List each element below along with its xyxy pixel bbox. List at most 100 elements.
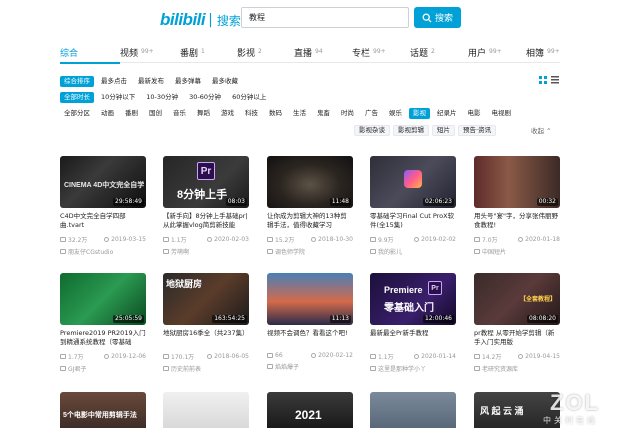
video-title[interactable]: 视频不会调色？看看这个吧!	[267, 329, 353, 347]
video-card[interactable]	[370, 392, 456, 428]
video-card[interactable]: 02:06:23 零基础学习Final Cut ProX软件(全15集) 9.9…	[370, 156, 456, 256]
order-option[interactable]: 最多弹幕	[171, 76, 205, 87]
tab-article[interactable]: 专栏 99+	[352, 46, 410, 63]
subzone-option[interactable]: 影视杂谈	[354, 125, 390, 136]
zone-option[interactable]: 舞蹈	[193, 108, 214, 119]
video-card[interactable]	[163, 392, 249, 428]
zone-option[interactable]: 全部分区	[60, 108, 94, 119]
video-thumbnail[interactable]: 2021	[267, 392, 353, 428]
uploader[interactable]: 老研究资源库	[474, 364, 560, 373]
uploader[interactable]: 焰焰爆子	[267, 362, 353, 371]
grid-view-icon[interactable]	[539, 76, 547, 84]
order-option[interactable]: 综合排序	[60, 76, 94, 87]
zone-option[interactable]: 生活	[289, 108, 310, 119]
tab-album[interactable]: 相簿 99+	[526, 46, 560, 63]
tab-label: 直播	[294, 49, 313, 59]
tab-video[interactable]: 视频 99+	[120, 46, 180, 63]
tab-label: 番剧	[180, 49, 199, 59]
video-duration: 08:08:20	[527, 315, 558, 323]
uploader[interactable]: 芳萌啊	[163, 247, 249, 256]
video-title[interactable]: pr教程 从零开始学剪辑（新手入门实用版	[474, 329, 560, 347]
video-thumbnail[interactable]: 地狱厨房 163:54:25	[163, 273, 249, 325]
tab-bangumi[interactable]: 番剧 1	[180, 46, 237, 63]
video-card[interactable]: 地狱厨房 163:54:25 地狱厨房16季全（共237集） 170.1万 20…	[163, 273, 249, 373]
uploader[interactable]: 这里是那种学小丫	[370, 364, 456, 373]
uploader[interactable]: 中国短片	[474, 247, 560, 256]
video-thumbnail[interactable]: CINEMA 4D中文完全自学 29:58:49	[60, 156, 146, 208]
video-thumbnail[interactable]: 11:13	[267, 273, 353, 325]
duration-option[interactable]: 10分钟以下	[97, 92, 139, 103]
uploader[interactable]: 调色师学院	[267, 247, 353, 256]
zone-option[interactable]: 广告	[361, 108, 382, 119]
duration-option[interactable]: 全部时长	[60, 92, 94, 103]
play-count-icon	[163, 354, 169, 359]
video-card[interactable]: 11:48 让你成为剪辑大神的13种剪辑手法，值得收藏学习 15.2万 2018…	[267, 156, 353, 256]
order-option[interactable]: 最多收藏	[208, 76, 242, 87]
video-thumbnail[interactable]: 02:06:23	[370, 156, 456, 208]
zone-option[interactable]: 科技	[241, 108, 262, 119]
uploader[interactable]: 我的影儿	[370, 247, 456, 256]
video-title[interactable]: 地狱厨房16季全（共237集）	[163, 329, 249, 347]
zone-option[interactable]: 国创	[145, 108, 166, 119]
tab-topic[interactable]: 话题 2	[410, 46, 468, 63]
video-title[interactable]: Premiere2019 PR2019入门到精通系统教程（零基础	[60, 329, 146, 347]
zone-option[interactable]: 纪录片	[433, 108, 461, 119]
zone-option[interactable]: 电影	[464, 108, 485, 119]
tab-user[interactable]: 用户 99+	[468, 46, 526, 63]
video-card[interactable]: Pr 8分钟上手 08:03 【新手向】8分钟上手基础pr|从此掌握vlog简剪…	[163, 156, 249, 256]
video-card[interactable]: CINEMA 4D中文完全自学 29:58:49 C4D中文完全自学四部曲.tv…	[60, 156, 146, 256]
bilibili-logo[interactable]: bilibili | 搜索	[160, 10, 241, 30]
video-thumbnail[interactable]: 25:05:59	[60, 273, 146, 325]
order-option[interactable]: 最多点击	[97, 76, 131, 87]
zone-option[interactable]: 数码	[265, 108, 286, 119]
video-thumbnail[interactable]: 5个电影中常用剪辑手法	[60, 392, 146, 428]
zone-option[interactable]: 动画	[97, 108, 118, 119]
video-title[interactable]: 让你成为剪辑大神的13种剪辑手法，值得收藏学习	[267, 212, 353, 230]
video-title[interactable]: C4D中文完全自学四部曲.tvart	[60, 212, 146, 230]
video-thumbnail[interactable]: Premiere Pr 零基础入门 12:00:46	[370, 273, 456, 325]
search-input[interactable]: 教程	[241, 7, 409, 28]
video-card[interactable]: 5个电影中常用剪辑手法	[60, 392, 146, 428]
video-thumbnail[interactable]	[370, 392, 456, 428]
video-thumbnail[interactable]: 【全套教程】 08:08:20	[474, 273, 560, 325]
order-option[interactable]: 最新发布	[134, 76, 168, 87]
date-icon	[207, 354, 213, 359]
zone-option[interactable]: 时尚	[337, 108, 358, 119]
list-view-icon[interactable]	[551, 76, 559, 84]
tab-all[interactable]: 综合	[60, 46, 120, 64]
zone-option[interactable]: 游戏	[217, 108, 238, 119]
search-button[interactable]: 搜索	[414, 7, 461, 28]
video-card[interactable]: 25:05:59 Premiere2019 PR2019入门到精通系统教程（零基…	[60, 273, 146, 373]
video-thumbnail[interactable]: 11:48	[267, 156, 353, 208]
uploader[interactable]: GJ君子	[60, 364, 146, 373]
subzone-option[interactable]: 短片	[432, 125, 455, 136]
video-card[interactable]: Premiere Pr 零基础入门 12:00:46 最新最全Pr新手教程 1.…	[370, 273, 456, 373]
zone-option[interactable]: 音乐	[169, 108, 190, 119]
zone-option[interactable]: 影视	[409, 108, 430, 119]
subzone-option[interactable]: 预告·资讯	[458, 125, 497, 136]
collapse-button[interactable]: 收起 ⌃	[531, 125, 552, 135]
video-thumbnail[interactable]: 00:32	[474, 156, 560, 208]
tab-live[interactable]: 直播 94	[294, 46, 352, 63]
video-thumbnail[interactable]	[163, 392, 249, 428]
video-thumbnail[interactable]: Pr 8分钟上手 08:03	[163, 156, 249, 208]
video-card[interactable]: 11:13 视频不会调色？看看这个吧! 66 2020-02-12 焰焰爆子	[267, 273, 353, 371]
duration-option[interactable]: 60分钟以上	[228, 92, 270, 103]
subzone-option[interactable]: 影视剪辑	[393, 125, 429, 136]
duration-option[interactable]: 10-30分钟	[142, 92, 182, 103]
zone-option[interactable]: 电视剧	[488, 108, 516, 119]
tab-movie[interactable]: 影视 2	[237, 46, 294, 63]
video-title[interactable]: 零基础学习Final Cut ProX软件(全15集)	[370, 212, 456, 230]
duration-option[interactable]: 30-60分钟	[185, 92, 225, 103]
video-card[interactable]: 00:32 用头号"宴"字，分享张伟丽野食教程! 7.0万 2020-01-18…	[474, 156, 560, 256]
zone-option[interactable]: 娱乐	[385, 108, 406, 119]
uploader[interactable]: 历史前前表	[163, 364, 249, 373]
video-title[interactable]: 用头号"宴"字，分享张伟丽野食教程!	[474, 212, 560, 230]
uploader[interactable]: 朋友仔CGstudio	[60, 247, 146, 256]
zone-option[interactable]: 鬼畜	[313, 108, 334, 119]
video-card[interactable]: 【全套教程】 08:08:20 pr教程 从零开始学剪辑（新手入门实用版 14.…	[474, 273, 560, 373]
zone-option[interactable]: 番剧	[121, 108, 142, 119]
video-card[interactable]: 2021	[267, 392, 353, 428]
video-title[interactable]: 最新最全Pr新手教程	[370, 329, 456, 347]
video-title[interactable]: 【新手向】8分钟上手基础pr|从此掌握vlog简剪新技能	[163, 212, 249, 230]
